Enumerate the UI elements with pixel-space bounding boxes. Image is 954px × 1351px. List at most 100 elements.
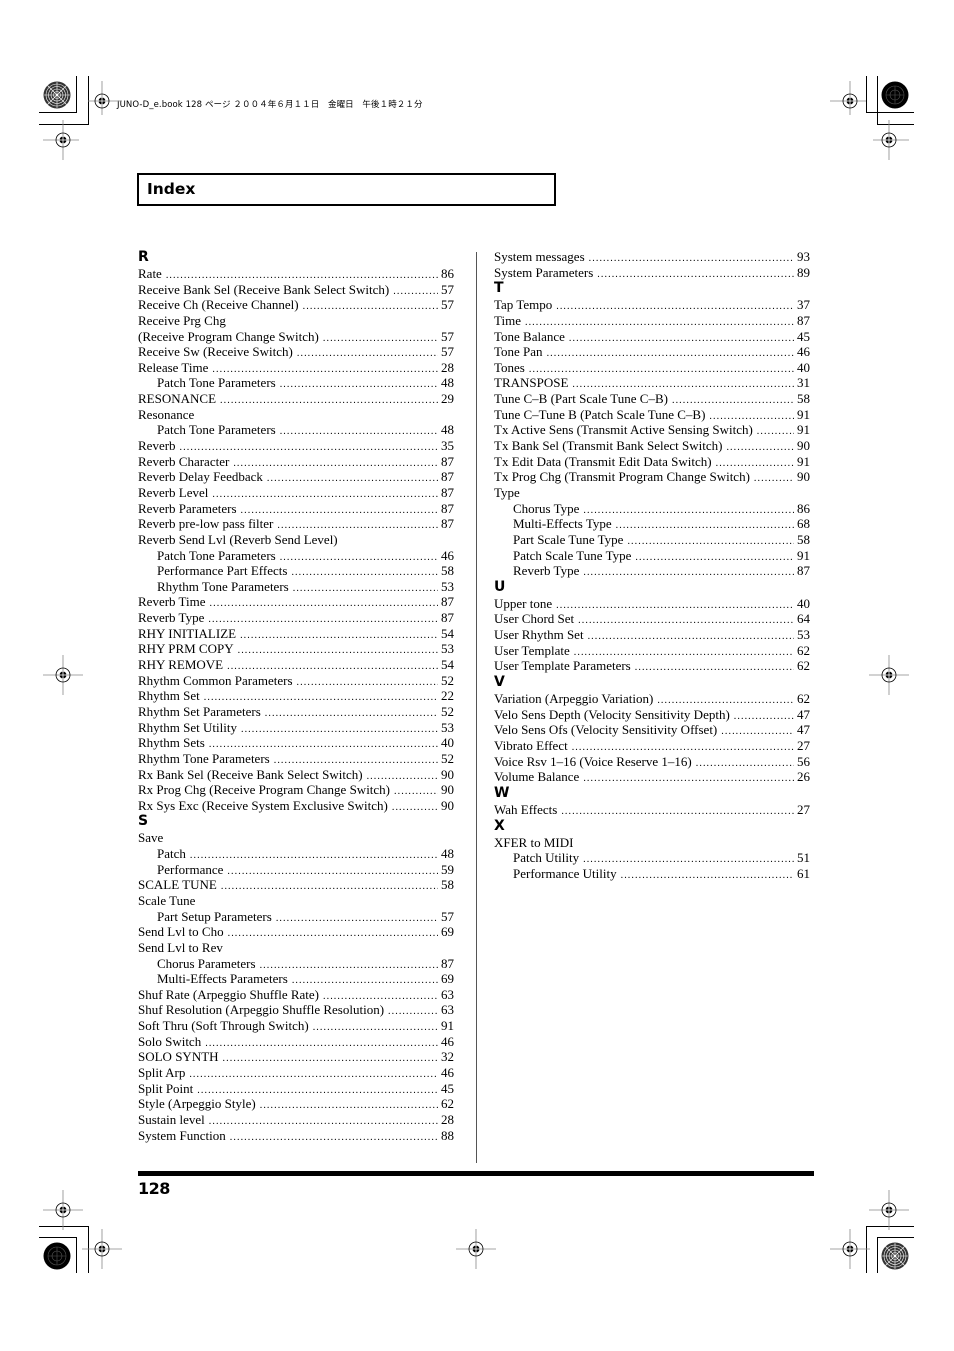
index-entry[interactable]: SOLO SYNTH 32 — [138, 1049, 454, 1065]
index-entry[interactable]: RHY INITIALIZE 54 — [138, 626, 454, 642]
entry-page-number[interactable]: 45 — [441, 1081, 454, 1097]
entry-page-number[interactable]: 35 — [441, 438, 454, 454]
index-entry[interactable]: Rate 86 — [138, 266, 454, 282]
entry-page-number[interactable]: 46 — [797, 344, 810, 360]
entry-page-number[interactable]: 45 — [797, 329, 810, 345]
entry-page-number[interactable]: 47 — [797, 722, 810, 738]
index-subentry[interactable]: Part Setup Parameters 57 — [138, 909, 454, 925]
entry-page-number[interactable]: 37 — [797, 297, 810, 313]
entry-page-number[interactable]: 57 — [441, 297, 454, 313]
entry-page-number[interactable]: 87 — [441, 501, 454, 517]
entry-page-number[interactable]: 87 — [441, 454, 454, 470]
entry-page-number[interactable]: 91 — [797, 454, 810, 470]
index-subentry[interactable]: Patch Tone Parameters 48 — [138, 422, 454, 438]
entry-page-number[interactable]: 46 — [441, 1034, 454, 1050]
index-entry[interactable]: Reverb Parameters 87 — [138, 501, 454, 517]
index-entry[interactable]: System Function 88 — [138, 1128, 454, 1144]
entry-page-number[interactable]: 31 — [797, 375, 810, 391]
index-entry[interactable]: Tune C–Tune B (Patch Scale Tune C–B) 91 — [494, 407, 810, 423]
index-subentry[interactable]: Patch Utility 51 — [494, 850, 810, 866]
entry-page-number[interactable]: 40 — [441, 735, 454, 751]
entry-page-number[interactable]: 57 — [441, 329, 454, 345]
index-subentry[interactable]: Chorus Parameters 87 — [138, 956, 454, 972]
index-entry[interactable]: Release Time 28 — [138, 360, 454, 376]
entry-page-number[interactable]: 86 — [441, 266, 454, 282]
index-entry[interactable]: RHY PRM COPY 53 — [138, 641, 454, 657]
entry-page-number[interactable]: 87 — [797, 563, 810, 579]
index-entry[interactable]: Voice Rsv 1–16 (Voice Reserve 1–16) 56 — [494, 754, 810, 770]
entry-page-number[interactable]: 52 — [441, 751, 454, 767]
index-entry[interactable]: Volume Balance 26 — [494, 769, 810, 785]
entry-page-number[interactable]: 46 — [441, 1065, 454, 1081]
index-entry[interactable]: Shuf Resolution (Arpeggio Shuffle Resolu… — [138, 1002, 454, 1018]
index-entry[interactable]: Reverb Level 87 — [138, 485, 454, 501]
index-subentry[interactable]: Multi-Effects Parameters 69 — [138, 971, 454, 987]
entry-page-number[interactable]: 87 — [441, 516, 454, 532]
index-entry[interactable]: Rx Sys Exc (Receive System Exclusive Swi… — [138, 798, 454, 814]
index-entry[interactable]: Send Lvl to Cho 69 — [138, 924, 454, 940]
index-entry[interactable]: Solo Switch 46 — [138, 1034, 454, 1050]
index-subentry[interactable]: Reverb Type 87 — [494, 563, 810, 579]
index-entry[interactable]: Split Arp 46 — [138, 1065, 454, 1081]
index-entry[interactable]: User Template 62 — [494, 643, 810, 659]
index-entry[interactable]: Reverb Time 87 — [138, 594, 454, 610]
index-entry[interactable]: Style (Arpeggio Style) 62 — [138, 1096, 454, 1112]
index-entry[interactable]: SCALE TUNE 58 — [138, 877, 454, 893]
entry-page-number[interactable]: 58 — [797, 532, 810, 548]
entry-page-number[interactable]: 27 — [797, 738, 810, 754]
index-entry[interactable]: Rhythm Common Parameters 52 — [138, 673, 454, 689]
index-entry[interactable]: RHY REMOVE 54 — [138, 657, 454, 673]
index-entry[interactable]: Rx Prog Chg (Receive Program Change Swit… — [138, 782, 454, 798]
entry-page-number[interactable]: 63 — [441, 1002, 454, 1018]
index-subentry[interactable]: Patch Tone Parameters 48 — [138, 375, 454, 391]
entry-page-number[interactable]: 27 — [797, 802, 810, 818]
index-subentry[interactable]: Patch Tone Parameters 46 — [138, 548, 454, 564]
entry-page-number[interactable]: 90 — [797, 438, 810, 454]
index-entry[interactable]: Shuf Rate (Arpeggio Shuffle Rate) 63 — [138, 987, 454, 1003]
entry-page-number[interactable]: 51 — [797, 850, 810, 866]
index-entry[interactable]: Velo Sens Depth (Velocity Sensitivity De… — [494, 707, 810, 723]
index-subentry[interactable]: Patch Scale Tune Type 91 — [494, 548, 810, 564]
entry-page-number[interactable]: 90 — [441, 782, 454, 798]
index-entry[interactable]: Soft Thru (Soft Through Switch) 91 — [138, 1018, 454, 1034]
entry-page-number[interactable]: 26 — [797, 769, 810, 785]
index-entry[interactable]: Rhythm Set Parameters 52 — [138, 704, 454, 720]
entry-page-number[interactable]: 48 — [441, 422, 454, 438]
index-entry[interactable]: System messages 93 — [494, 249, 810, 265]
entry-page-number[interactable]: 86 — [797, 501, 810, 517]
entry-page-number[interactable]: 58 — [797, 391, 810, 407]
index-entry[interactable]: Tx Bank Sel (Transmit Bank Select Switch… — [494, 438, 810, 454]
entry-page-number[interactable]: 54 — [441, 657, 454, 673]
index-entry[interactable]: Resonance — [138, 407, 454, 423]
index-entry[interactable]: Reverb Delay Feedback 87 — [138, 469, 454, 485]
index-entry[interactable]: System Parameters 89 — [494, 265, 810, 281]
index-subentry[interactable]: Performance Utility 61 — [494, 866, 810, 882]
entry-page-number[interactable]: 48 — [441, 375, 454, 391]
index-entry[interactable]: Tones 40 — [494, 360, 810, 376]
entry-page-number[interactable]: 53 — [797, 627, 810, 643]
index-entry[interactable]: (Receive Program Change Switch) 57 — [138, 329, 454, 345]
entry-page-number[interactable]: 56 — [797, 754, 810, 770]
index-entry[interactable]: Save — [138, 830, 454, 846]
entry-page-number[interactable]: 62 — [797, 643, 810, 659]
index-entry[interactable]: Rhythm Set Utility 53 — [138, 720, 454, 736]
index-entry[interactable]: Receive Bank Sel (Receive Bank Select Sw… — [138, 282, 454, 298]
entry-page-number[interactable]: 52 — [441, 704, 454, 720]
entry-page-number[interactable]: 87 — [441, 610, 454, 626]
entry-page-number[interactable]: 90 — [441, 798, 454, 814]
index-entry[interactable]: Wah Effects 27 — [494, 802, 810, 818]
entry-page-number[interactable]: 87 — [441, 485, 454, 501]
entry-page-number[interactable]: 91 — [441, 1018, 454, 1034]
index-entry[interactable]: Tone Balance 45 — [494, 329, 810, 345]
entry-page-number[interactable]: 53 — [441, 720, 454, 736]
index-entry[interactable]: Receive Prg Chg — [138, 313, 454, 329]
entry-page-number[interactable]: 47 — [797, 707, 810, 723]
entry-page-number[interactable]: 57 — [441, 909, 454, 925]
entry-page-number[interactable]: 48 — [441, 846, 454, 862]
entry-page-number[interactable]: 91 — [797, 422, 810, 438]
entry-page-number[interactable]: 90 — [441, 767, 454, 783]
index-entry[interactable]: Rx Bank Sel (Receive Bank Select Switch)… — [138, 767, 454, 783]
index-entry[interactable]: User Rhythm Set 53 — [494, 627, 810, 643]
entry-page-number[interactable]: 59 — [441, 862, 454, 878]
index-entry[interactable]: Velo Sens Ofs (Velocity Sensitivity Offs… — [494, 722, 810, 738]
